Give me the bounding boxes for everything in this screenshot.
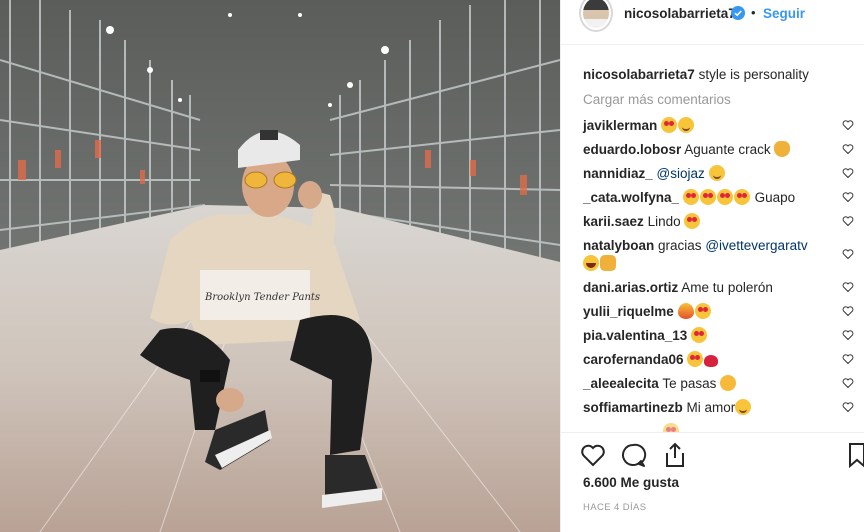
comment-like-icon[interactable] (842, 143, 854, 155)
heart-eyes-emoji (661, 117, 678, 133)
header-separator: • (751, 5, 756, 20)
smile-emoji (735, 399, 752, 415)
comment-like-icon[interactable] (842, 401, 854, 413)
comment-username[interactable]: nannidiaz_ (583, 166, 653, 181)
comment-username[interactable]: karii.saez (583, 214, 644, 229)
heart-eyes-emoji (733, 189, 750, 205)
post-photo[interactable]: Brooklyn Tender Pants (0, 0, 560, 532)
red-heart-emoji (704, 355, 719, 367)
comment-like-icon[interactable] (842, 353, 854, 365)
comment-row: karii.saez Lindo (583, 213, 835, 231)
comment-row-partial (583, 423, 835, 432)
comment-like-icon[interactable] (842, 167, 854, 179)
heart-eyes-emoji (716, 189, 733, 205)
caption-text: style is personality (698, 67, 809, 82)
comment-mention[interactable]: @ivettevergaratv (705, 238, 807, 253)
comment-username[interactable]: natalyboan (583, 238, 654, 253)
clap-emoji (774, 141, 791, 157)
avatar-image (583, 0, 609, 28)
bookmark-icon[interactable] (847, 441, 864, 469)
smile-emoji (708, 165, 725, 181)
comment-text: gracias (658, 238, 702, 253)
comment-row: dani.arias.ortiz Ame tu polerón (583, 279, 835, 297)
instagram-post: Brooklyn Tender Pants nicosolabarrieta7 … (0, 0, 864, 532)
heart-eyes-emoji (663, 423, 679, 432)
likes-count[interactable]: 6.600 Me gusta (583, 475, 679, 490)
comment-text: Lindo (647, 214, 681, 229)
heart-eyes-emoji (682, 189, 699, 205)
comment-text: Ame tu polerón (681, 280, 773, 295)
comment-row: eduardo.lobosr Aguante crack (583, 141, 835, 159)
comment-like-icon[interactable] (842, 215, 854, 227)
header-username[interactable]: nicosolabarrieta7 (624, 6, 736, 21)
comment-username[interactable]: yulii_riquelme (583, 304, 674, 319)
avatar[interactable] (579, 0, 613, 32)
comment-text: Mi amor (686, 400, 736, 415)
comments-list[interactable]: nicosolabarrieta7 style is personality C… (561, 45, 864, 432)
comment-username[interactable]: dani.arias.ortiz (583, 280, 678, 295)
comment-row: javiklerman (583, 117, 835, 135)
comment-like-icon[interactable] (842, 305, 854, 317)
comment-like-icon[interactable] (842, 281, 854, 293)
comment-like-icon[interactable] (842, 248, 854, 260)
heart-eyes-emoji (684, 213, 701, 229)
comment-row: natalyboan gracias @ivettevergaratv (583, 237, 835, 273)
fire-emoji (677, 303, 694, 319)
comment-row: nannidiaz_ @siojaz (583, 165, 835, 183)
comment-like-icon[interactable] (842, 119, 854, 131)
share-upload-icon[interactable] (661, 441, 689, 469)
smile-emoji (678, 117, 695, 133)
photo-illustration: Brooklyn Tender Pants (0, 0, 560, 532)
comment-username[interactable]: _aleealecita (583, 376, 659, 391)
comment-username[interactable]: eduardo.lobosr (583, 142, 681, 157)
comment-row: yulii_riquelme (583, 303, 835, 321)
comment-username[interactable]: javiklerman (583, 118, 657, 133)
comment-row: carofernanda06 (583, 351, 835, 369)
heart-eyes-emoji (691, 327, 708, 343)
heart-eyes-emoji (687, 351, 704, 367)
cat-emoji (720, 375, 737, 391)
comment-like-icon[interactable] (842, 377, 854, 389)
comment-username[interactable]: _cata.wolfyna_ (583, 190, 679, 205)
follow-button[interactable]: Seguir (763, 6, 805, 21)
comment-username[interactable]: pia.valentina_13 (583, 328, 687, 343)
comment-row: _cata.wolfyna_ Guapo (583, 189, 835, 207)
comment-like-icon[interactable] (842, 191, 854, 203)
comment-row: _aleealecita Te pasas (583, 375, 835, 393)
post-date[interactable]: HACE 4 DÍAS (583, 502, 647, 513)
laughing-emoji (583, 255, 599, 271)
comment-row: pia.valentina_13 (583, 327, 835, 345)
post-caption: nicosolabarrieta7 style is personality (583, 67, 809, 82)
speech-bubble-icon[interactable] (619, 441, 647, 469)
heart-eyes-emoji (694, 303, 711, 319)
verified-badge-icon (731, 6, 745, 20)
comment-row: soffiamartinezb Mi amor (583, 399, 835, 417)
caption-username[interactable]: nicosolabarrieta7 (583, 67, 695, 82)
raised-hands-emoji (600, 255, 616, 271)
comment-text: Aguante crack (684, 142, 771, 157)
heart-eyes-emoji (699, 189, 716, 205)
comment-username[interactable]: carofernanda06 (583, 352, 684, 367)
post-header: nicosolabarrieta7 • Seguir (561, 0, 864, 44)
load-more-comments-button[interactable]: Cargar más comentarios (583, 92, 731, 107)
comment-like-icon[interactable] (842, 329, 854, 341)
post-sidebar: nicosolabarrieta7 • Seguir nicosolabarri… (560, 0, 864, 532)
comment-text: Te pasas (662, 376, 717, 391)
svg-text:Brooklyn Tender Pants: Brooklyn Tender Pants (204, 292, 320, 303)
heart-outline-icon[interactable] (579, 441, 607, 469)
comment-text: Guapo (754, 190, 796, 205)
post-actions: 6.600 Me gusta HACE 4 DÍAS (561, 433, 864, 532)
comment-username[interactable]: soffiamartinezb (583, 400, 683, 415)
comment-mention[interactable]: @siojaz (657, 166, 705, 181)
